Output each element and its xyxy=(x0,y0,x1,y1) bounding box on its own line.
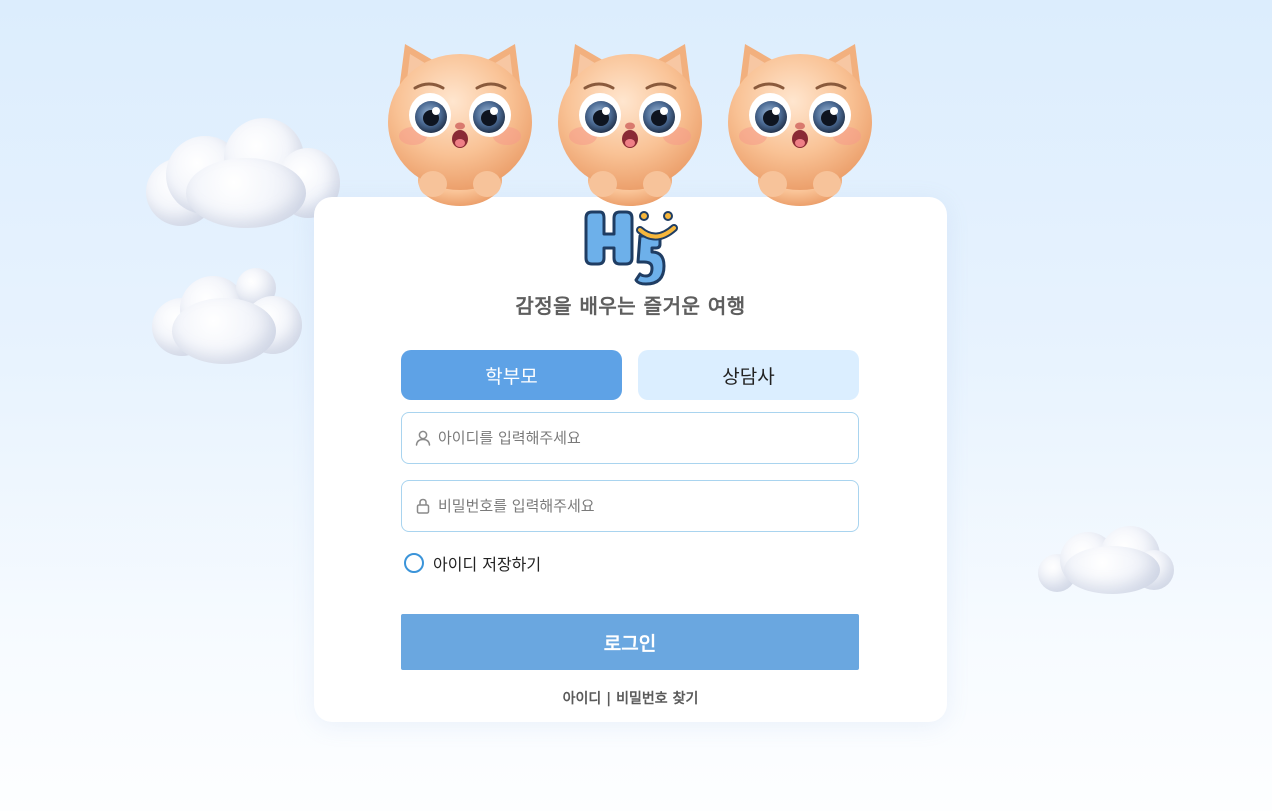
cat-mascot-2 xyxy=(558,44,702,206)
remember-id-option[interactable]: 아이디 저장하기 xyxy=(404,551,541,575)
remember-id-radio[interactable] xyxy=(404,553,424,573)
id-input[interactable] xyxy=(436,428,840,448)
password-field xyxy=(401,480,859,532)
lock-icon xyxy=(414,497,432,515)
tab-parent[interactable]: 학부모 xyxy=(401,350,622,400)
find-id-link[interactable]: 아이디 xyxy=(563,691,602,707)
cat-mascot-1 xyxy=(388,44,532,206)
user-icon xyxy=(414,429,432,447)
cloud-left-bottom xyxy=(152,268,302,366)
cat-mascots xyxy=(385,40,880,210)
login-button[interactable]: 로그인 xyxy=(401,614,859,670)
find-links: 아이디 | 비밀번호 찾기 xyxy=(314,688,947,708)
password-input[interactable] xyxy=(436,496,840,516)
tagline: 감정을 배우는 즐거운 여행 xyxy=(515,294,746,318)
remember-id-label: 아이디 저장하기 xyxy=(433,555,542,574)
find-links-separator: | xyxy=(601,691,617,707)
find-password-link[interactable]: 비밀번호 찾기 xyxy=(616,691,698,707)
tab-counselor[interactable]: 상담사 xyxy=(638,350,859,400)
cloud-left-top xyxy=(146,118,341,230)
cat-mascot-3 xyxy=(728,44,872,206)
id-field xyxy=(401,412,859,464)
hi-smile-logo xyxy=(584,210,678,286)
cloud-right xyxy=(1038,522,1176,596)
